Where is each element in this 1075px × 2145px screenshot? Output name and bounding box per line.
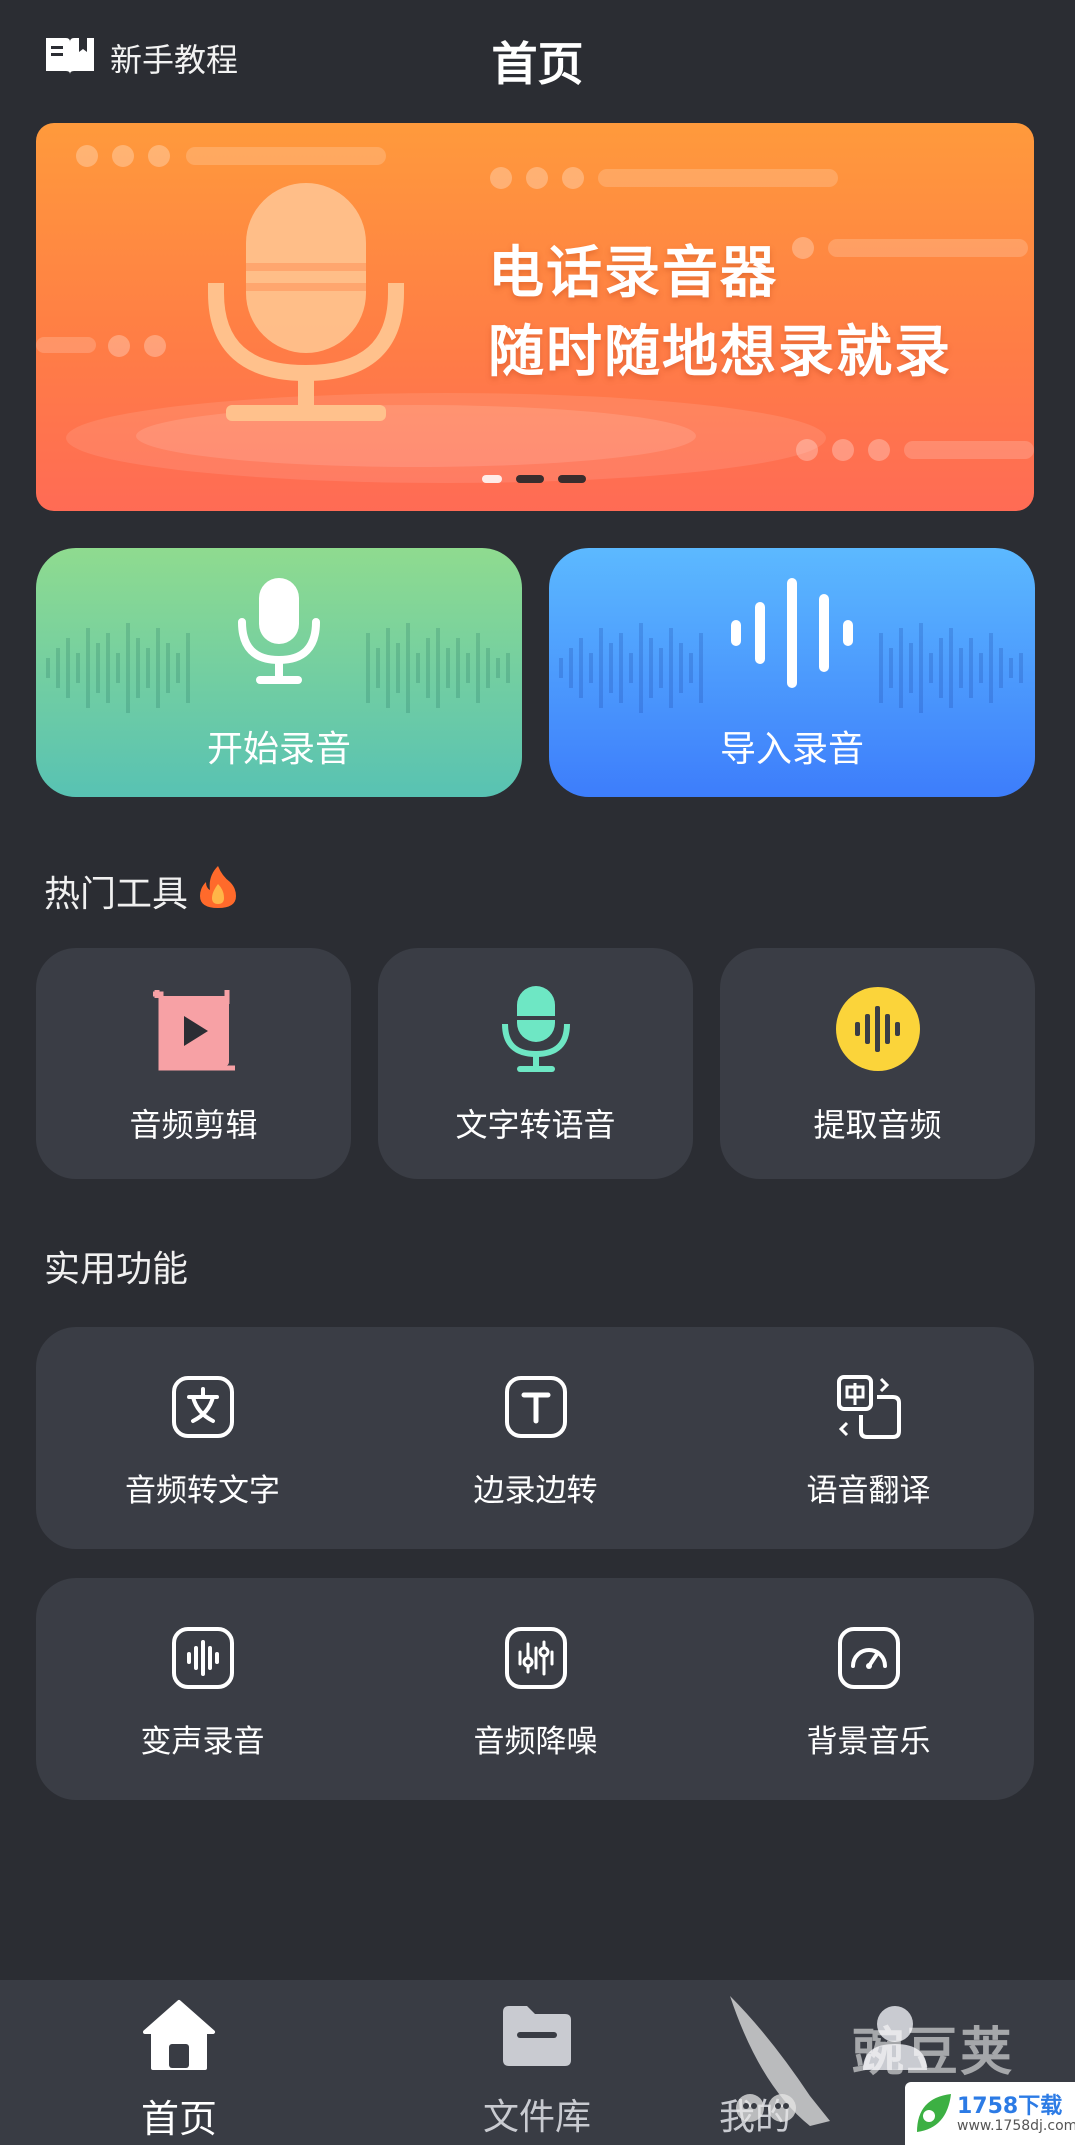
feature-label: 语音翻译 [806,1473,931,1509]
feature-voice-change[interactable]: 变声录音 [36,1578,369,1800]
feature-label: 边录边转 [473,1473,598,1509]
app-header: 新手教程 首页 [0,0,1075,118]
watermark-badge-title: 1758下载 [957,2094,1063,2119]
banner-deco-dot [112,145,134,167]
tts-mic-icon [378,986,693,1076]
tool-card-audio-edit[interactable]: 音频剪辑 [36,948,351,1179]
banner-pager-dot[interactable] [482,475,502,483]
banner-deco-bar [828,239,1028,257]
feature-label: 音频转文字 [125,1473,280,1509]
import-recording-label: 导入录音 [719,729,864,770]
banner-deco-dot [868,439,890,461]
feature-record-and-transcribe[interactable]: 边录边转 [369,1327,702,1549]
home-icon [0,1998,358,2074]
nav-label: 首页 [140,2097,217,2141]
feature-label: 音频降噪 [473,1724,598,1760]
banner-deco-dot [832,439,854,461]
tool-card-tts[interactable]: 文字转语音 [378,948,693,1179]
feature-label: 背景音乐 [806,1724,931,1760]
text-t-icon [369,1375,702,1439]
tool-label: 音频剪辑 [129,1106,258,1144]
hot-tools-heading: 热门工具 [44,864,238,917]
features-title: 实用功能 [44,1249,189,1290]
banner-subheadline: 随时随地想录就录 [488,320,952,385]
hot-tools-title: 热门工具 [44,873,189,915]
banner-pager-dot[interactable] [516,475,544,483]
tool-label: 提取音频 [813,1106,942,1144]
banner-deco-bar [904,441,1034,459]
banner-deco-dot [144,335,166,357]
leaf-logo-icon [917,2094,951,2132]
extract-audio-icon [720,986,1035,1072]
banner-deco-dot [562,167,584,189]
watermark-badge: 1758下载 www.1758dj.com [905,2082,1075,2145]
start-recording-button[interactable]: 开始录音 [36,548,522,797]
banner-deco-dot [76,145,98,167]
banner-deco-dot [792,237,814,259]
translate-icon [702,1375,1035,1439]
banner-deco-dot [148,145,170,167]
nav-item-home[interactable]: 首页 [0,1980,358,2145]
banner-deco-dot [526,167,548,189]
feature-audio-to-text[interactable]: 音频转文字 [36,1327,369,1549]
bgm-icon [702,1626,1035,1690]
banner-pager-dot[interactable] [558,475,586,483]
denoise-icon [369,1626,702,1690]
microphone-illustration-icon [206,183,406,427]
tool-card-extract-audio[interactable]: 提取音频 [720,948,1035,1179]
folder-icon [358,1998,716,2074]
feature-label: 变声录音 [140,1724,265,1760]
microphone-icon [36,578,522,690]
voice-change-icon [36,1626,369,1690]
features-heading: 实用功能 [44,1240,188,1292]
banner-headline: 电话录音器 [488,241,778,306]
banner-deco-dot [490,167,512,189]
watermark-title: 豌豆荚 [852,2023,1015,2083]
watermark-badge-url: www.1758dj.com [957,2118,1075,2134]
feature-denoise[interactable]: 音频降噪 [369,1578,702,1800]
feature-panel-row2: 变声录音 音频降噪 背景音乐 [36,1578,1034,1800]
page-title: 首页 [491,37,584,91]
start-recording-label: 开始录音 [206,729,351,770]
banner-deco-dot [108,335,130,357]
fire-icon [198,864,238,917]
banner-deco-bar [186,147,386,165]
promo-banner[interactable]: 电话录音器 随时随地想录就录 [36,123,1034,511]
feature-voice-translate[interactable]: 语音翻译 [702,1327,1035,1549]
tool-label: 文字转语音 [455,1106,616,1144]
banner-deco-bar [36,337,96,353]
import-recording-button[interactable]: 导入录音 [549,548,1035,797]
feature-panel-row1: 音频转文字 边录边转 语音翻译 [36,1327,1034,1549]
audio-edit-icon [36,986,351,1076]
banner-deco-dot [796,439,818,461]
feature-background-music[interactable]: 背景音乐 [702,1578,1035,1800]
text-char-icon [36,1375,369,1439]
banner-deco-bar [598,169,838,187]
sound-wave-icon [549,578,1035,688]
